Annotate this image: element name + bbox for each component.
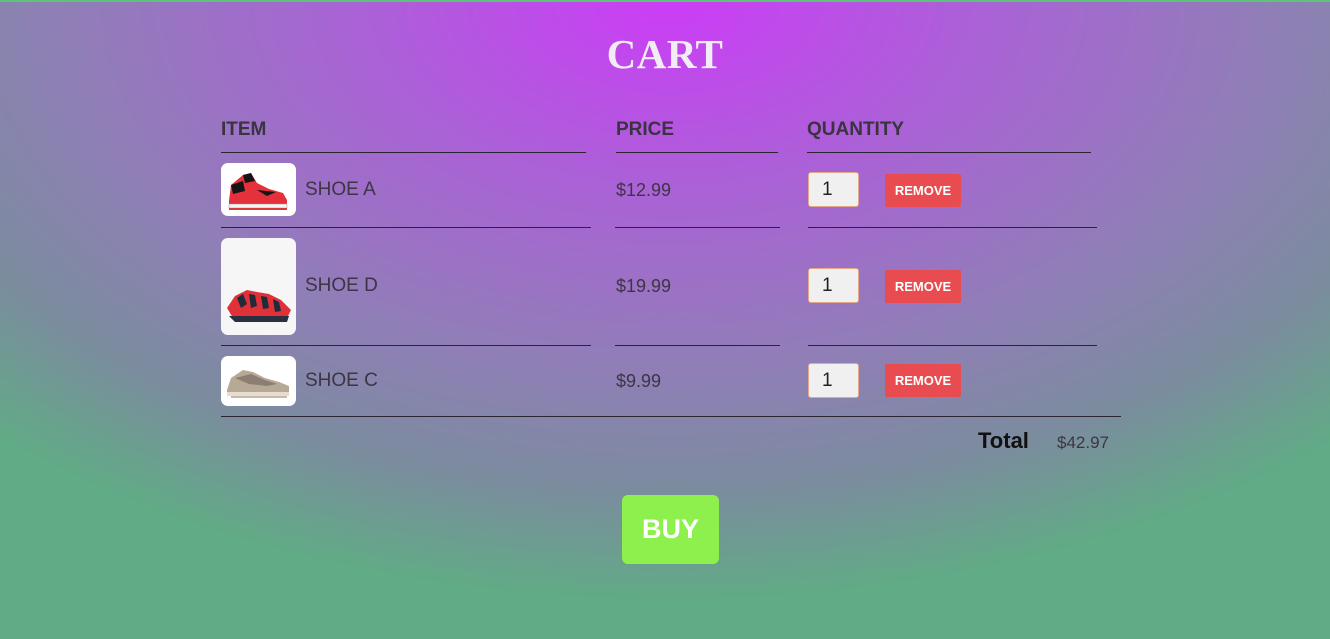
remove-button[interactable]: REMOVE (885, 174, 961, 207)
product-image (221, 163, 296, 216)
product-price: $12.99 (616, 180, 672, 200)
row-divider (808, 345, 1097, 346)
header-divider (616, 152, 778, 153)
product-name: SHOE A (305, 179, 376, 200)
quantity-input[interactable] (808, 172, 859, 207)
product-name: SHOE D (305, 275, 378, 296)
row-divider (808, 227, 1097, 228)
header-divider (807, 152, 1091, 153)
remove-button[interactable]: REMOVE (885, 270, 961, 303)
header-divider (221, 152, 586, 153)
quantity-input[interactable] (808, 363, 859, 398)
row-divider (615, 345, 780, 346)
top-accent-line (0, 0, 1330, 2)
row-divider (221, 345, 591, 346)
remove-button[interactable]: REMOVE (885, 364, 961, 397)
page-title: CART (606, 31, 724, 77)
column-header-price: PRICE (616, 119, 675, 140)
total-label: Total (978, 428, 1029, 453)
row-divider (615, 227, 780, 228)
quantity-input[interactable] (808, 268, 859, 303)
column-header-quantity: QUANTITY (807, 119, 905, 140)
product-image (221, 238, 296, 335)
buy-button[interactable]: BUY (622, 495, 719, 564)
product-name: SHOE C (305, 370, 378, 391)
column-header-item: ITEM (221, 119, 267, 140)
product-image (221, 356, 296, 406)
product-price: $19.99 (616, 276, 672, 296)
total-divider (221, 416, 1121, 417)
row-divider (221, 227, 591, 228)
total-value: $42.97 (1057, 433, 1109, 452)
product-price: $9.99 (616, 371, 662, 391)
